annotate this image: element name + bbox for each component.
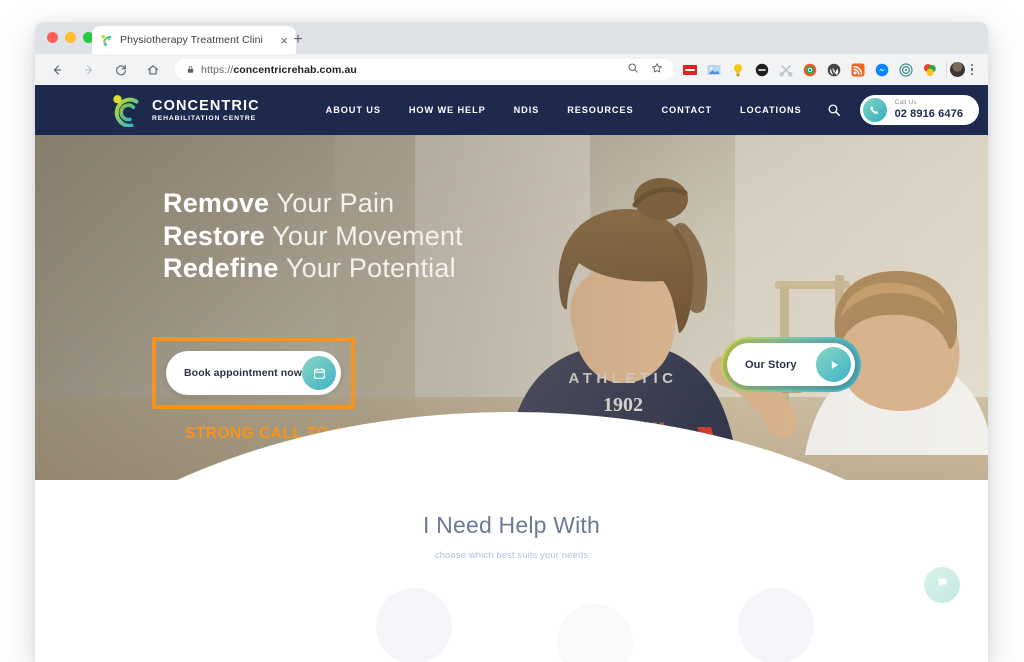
tab-title: Physiotherapy Treatment Clini: [120, 34, 263, 46]
nav-item-ndis[interactable]: NDIS: [514, 105, 540, 115]
toolbar-divider: [946, 61, 947, 78]
lock-icon: [186, 61, 195, 79]
messenger-extension-icon[interactable]: [875, 63, 889, 77]
nav-item-about-us[interactable]: ABOUT US: [326, 105, 381, 115]
category-circle-2[interactable]: [557, 604, 633, 662]
dark-circle-extension-icon[interactable]: [755, 63, 769, 77]
screenshot-extension-icon[interactable]: [707, 63, 721, 77]
hero-headline: Remove Your Pain Restore Your Movement R…: [163, 187, 463, 285]
our-story-group: Our Story: [721, 337, 861, 392]
browser-tab[interactable]: Physiotherapy Treatment Clini ×: [92, 26, 296, 54]
headline-line-1: Remove Your Pain: [163, 188, 395, 218]
url-domain: concentricrehab.com.au: [233, 63, 357, 76]
chat-bubble-icon: [936, 576, 949, 594]
close-window-button[interactable]: [47, 32, 58, 43]
home-icon[interactable]: [140, 57, 166, 83]
phone-number: 02 8916 6476: [894, 107, 964, 120]
bookmark-star-icon[interactable]: [651, 61, 663, 79]
call-text: Call Us 02 8916 6476: [895, 100, 964, 120]
browser-tab-strip: Physiotherapy Treatment Clini × +: [35, 22, 988, 54]
browser-toolbar: https://concentricrehab.com.au: [35, 54, 988, 85]
website-viewport: CONCENTRIC REHABILITATION CENTRE ABOUT U…: [35, 85, 988, 662]
our-story-button[interactable]: Our Story: [727, 343, 855, 386]
call-us-label: Call Us: [894, 99, 917, 107]
concentric-logo-icon: [107, 94, 143, 128]
headline-line-3: Redefine Your Potential: [163, 253, 456, 284]
section-subheading: choose which best suits your needs: [434, 550, 589, 561]
search-icon[interactable]: [627, 61, 639, 79]
wordpress-extension-icon[interactable]: [827, 63, 841, 77]
help-section: I Need Help With choose which best suits…: [35, 480, 988, 662]
rss-feed-extension-icon[interactable]: [851, 63, 865, 77]
window-controls: [47, 32, 94, 43]
category-circle-1[interactable]: [376, 588, 452, 662]
forward-icon: [76, 57, 102, 83]
lightbulb-extension-icon[interactable]: [731, 63, 745, 77]
nav-item-how-we-help[interactable]: HOW WE HELP: [409, 105, 486, 115]
reload-icon[interactable]: [108, 57, 134, 83]
site-favicon-icon: [100, 34, 113, 47]
call-us-button[interactable]: Call Us 02 8916 6476: [859, 95, 980, 125]
site-search-icon[interactable]: [826, 102, 842, 118]
browser-menu-icon[interactable]: [965, 63, 979, 76]
headline-line-2: Restore Your Movement: [163, 220, 463, 251]
nav-item-contact[interactable]: CONTACT: [662, 105, 713, 115]
logo-name: CONCENTRIC: [152, 97, 260, 114]
address-bar-url: https://concentricrehab.com.au: [201, 64, 357, 76]
profile-avatar[interactable]: [950, 62, 965, 77]
omnibox-icons: [627, 61, 663, 79]
nav-item-resources[interactable]: RESOURCES: [567, 105, 633, 115]
scissors-extension-icon[interactable]: [779, 63, 793, 77]
nav-item-locations[interactable]: LOCATIONS: [740, 105, 802, 115]
logo-text: CONCENTRIC REHABILITATION CENTRE: [152, 97, 260, 123]
chat-widget-button[interactable]: [924, 567, 960, 603]
section-heading: I Need Help With: [422, 512, 601, 538]
book-appointment-label: Book appointment now: [184, 367, 303, 379]
site-header: CONCENTRIC REHABILITATION CENTRE ABOUT U…: [35, 85, 988, 135]
play-icon: [816, 347, 851, 382]
browser-extension-icon[interactable]: [803, 63, 817, 77]
browser-window: Physiotherapy Treatment Clini × + https:…: [35, 22, 988, 662]
address-bar[interactable]: https://concentricrehab.com.au: [175, 59, 674, 80]
our-story-label: Our Story: [745, 358, 797, 371]
book-appointment-button[interactable]: Book appointment now: [166, 351, 341, 395]
calendar-icon: [302, 356, 337, 390]
colorful-extension-icon[interactable]: [923, 63, 937, 77]
close-tab-icon[interactable]: ×: [280, 34, 288, 47]
back-icon[interactable]: [44, 57, 70, 83]
logo-tagline: REHABILITATION CENTRE: [152, 115, 257, 123]
phone-icon: [862, 98, 887, 122]
minimize-window-button[interactable]: [65, 32, 76, 43]
red-extension-icon[interactable]: [683, 63, 697, 77]
hero-section: ATHLETIC 1902 Russell Remove Your Pain: [35, 135, 988, 480]
site-logo[interactable]: CONCENTRIC REHABILITATION CENTRE: [107, 94, 260, 128]
target-extension-icon[interactable]: [899, 62, 913, 77]
category-circle-3[interactable]: [738, 588, 814, 662]
url-scheme: https://: [201, 63, 234, 76]
screenshot-root: Physiotherapy Treatment Clini × + https:…: [0, 0, 1024, 662]
extensions-row: [683, 62, 943, 77]
new-tab-button[interactable]: +: [288, 30, 308, 50]
site-navigation: ABOUT US HOW WE HELP NDIS RESOURCES CONT…: [326, 105, 802, 115]
